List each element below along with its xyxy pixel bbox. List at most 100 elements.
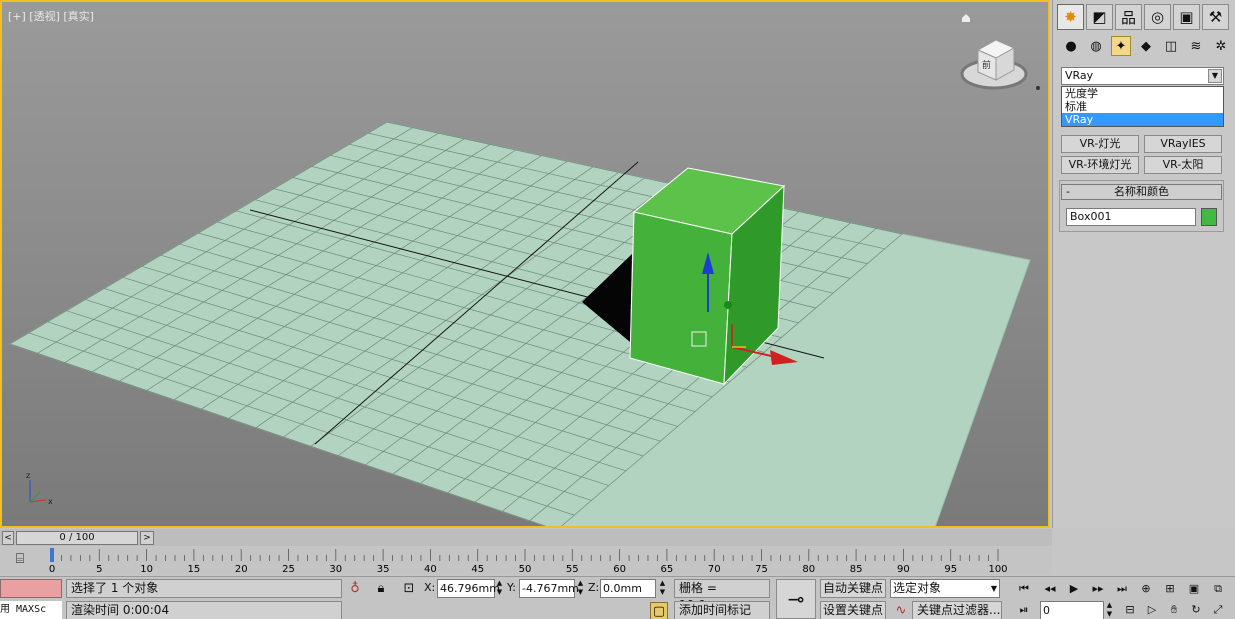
vrayies-button[interactable]: VRayIES (1144, 135, 1222, 153)
track-tick-label: 25 (282, 564, 295, 575)
chevron-down-icon[interactable]: ▼ (991, 580, 997, 597)
lock-icon[interactable]: 🔒︎ (372, 580, 390, 598)
previous-frame-icon[interactable]: ◂◂ (1040, 580, 1060, 598)
z-coordinate-input[interactable]: 0.0mm (600, 579, 656, 598)
add-time-tag-button[interactable]: 添加时间标记 (674, 601, 770, 619)
dropdown-option-selected[interactable]: VRay (1062, 113, 1223, 126)
y-label: Y: (507, 581, 516, 594)
x-spinner[interactable]: ▲ ▼ (495, 579, 504, 598)
chevron-right-icon[interactable]: > (140, 531, 154, 545)
motion-icon[interactable]: ◎ (1144, 4, 1171, 30)
orbit-icon[interactable]: ↻ (1186, 601, 1206, 619)
track-tick-label: 40 (424, 564, 437, 575)
current-frame-marker (50, 548, 54, 562)
go-to-end-icon[interactable]: ⏭ (1112, 580, 1132, 598)
track-tick-label: 95 (944, 564, 957, 575)
track-bar[interactable]: ⌸ 0 5 10 15 20 25 30 35 40 45 50 55 60 65 70 75 80 85 90 95… (0, 547, 1052, 575)
grid-size-status: 栅格 = 10.0mm (674, 579, 770, 612)
box-front-face (629, 211, 733, 385)
lights-icon[interactable]: ✦ (1111, 36, 1131, 56)
y-spinner[interactable]: ▲ ▼ (576, 579, 585, 598)
track-tick-label: 30 (329, 564, 342, 575)
track-tick-label: 100 (988, 564, 1007, 575)
track-tick-label: 15 (188, 564, 201, 575)
geometry-icon[interactable]: ● (1061, 36, 1081, 56)
modify-icon[interactable]: ◩ (1086, 4, 1113, 30)
play-icon[interactable]: ▶ (1064, 580, 1084, 598)
spacewarps-icon[interactable]: ≋ (1186, 36, 1206, 56)
selection-status: 选择了 1 个对象 (66, 579, 342, 598)
next-frame-icon[interactable]: ▸▸ (1088, 580, 1108, 598)
key-filter-icon[interactable]: ∿ (892, 602, 910, 619)
dropdown-option[interactable]: 光度学 (1062, 87, 1223, 100)
track-tick-label: 80 (802, 564, 815, 575)
zoom-icon[interactable]: ⊕ (1136, 580, 1156, 598)
create-icon[interactable]: ✸ (1057, 4, 1084, 30)
isolate-icon[interactable]: ♁ (346, 580, 364, 598)
rollout-header[interactable]: - 名称和颜色 (1061, 184, 1222, 200)
chevron-down-icon[interactable]: ▼ (1208, 69, 1222, 83)
maxscript-listener-indicator[interactable] (0, 579, 62, 598)
rollout-title: 名称和颜色 (1114, 185, 1169, 198)
time-config-icon[interactable]: ⊟ (1120, 601, 1140, 619)
track-tick-label: 85 (850, 564, 863, 575)
status-bar: 用 MAXSc 选择了 1 个对象 渲染时间 0:00:04 ♁ 🔒︎ ⊡ X:… (0, 576, 1235, 619)
key-mode-icon[interactable]: ⏯ (1014, 601, 1034, 619)
x-label: X: (424, 581, 436, 594)
zoom-extents-icon[interactable]: ▣ (1184, 580, 1204, 598)
y-coordinate-input[interactable]: -4.767mm (519, 579, 579, 598)
track-tick-label: 90 (897, 564, 910, 575)
time-tag-icon[interactable]: ▢ (650, 602, 668, 619)
key-icon[interactable]: ⊸ (776, 579, 816, 619)
z-label: Z: (588, 581, 600, 594)
frame-spinner[interactable]: ▲ ▼ (1105, 601, 1114, 619)
maxscript-mini-listener[interactable]: 用 MAXSc (0, 601, 62, 619)
collapse-icon[interactable]: - (1066, 185, 1070, 199)
shapes-icon[interactable]: ◍ (1086, 36, 1106, 56)
auto-key-button[interactable]: 自动关键点 (820, 579, 886, 598)
zoom-extents-all-icon[interactable]: ⧉ (1208, 580, 1228, 598)
utilities-icon[interactable]: ⚒ (1202, 4, 1229, 30)
vr-light-button[interactable]: VR-灯光 (1061, 135, 1139, 153)
pan-icon[interactable]: ✋︎ (1164, 601, 1184, 619)
tripod-z-label: z (26, 471, 30, 480)
chevron-left-icon[interactable]: < (2, 531, 14, 545)
hierarchy-icon[interactable]: 品 (1115, 4, 1142, 30)
display-icon[interactable]: ▣ (1173, 4, 1200, 30)
track-ticks: 0 5 10 15 20 25 30 35 40 45 50 55 60 65 70 75 80 85 90 95 10… (49, 548, 1008, 575)
x-coordinate-input[interactable]: 46.796mm (437, 579, 500, 598)
key-filters-button[interactable]: 关键点过滤器... (912, 601, 1002, 619)
category-dropdown[interactable]: VRay ▼ (1061, 67, 1224, 85)
set-key-button[interactable]: 设置关键点 (820, 601, 886, 619)
go-to-start-icon[interactable]: ⏮ (1014, 580, 1034, 598)
maximize-viewport-icon[interactable]: ⤢ (1208, 601, 1228, 619)
dropdown-option[interactable]: 标准 (1062, 100, 1223, 113)
track-tick-label: 60 (613, 564, 626, 575)
track-tick-label: 75 (755, 564, 768, 575)
object-color-swatch[interactable] (1201, 208, 1217, 226)
time-slider-bar: < 0 / 100 > (0, 529, 1052, 546)
systems-icon[interactable]: ✲ (1211, 36, 1231, 56)
category-dropdown-value: VRay (1065, 69, 1094, 82)
perspective-viewport[interactable]: [+] [透视] [真实] 前 z x (0, 0, 1050, 528)
absolute-mode-icon[interactable]: ⊡ (400, 580, 418, 598)
selected-object-dropdown[interactable]: 选定对象 ▼ (890, 579, 1000, 598)
vr-sun-button[interactable]: VR-太阳 (1144, 156, 1222, 174)
gizmo-center (724, 301, 732, 309)
zoom-all-icon[interactable]: ⊞ (1160, 580, 1180, 598)
z-spinner[interactable]: ▲ ▼ (658, 579, 667, 598)
viewcube-face-label[interactable]: 前 (982, 59, 991, 71)
track-tick-label: 35 (377, 564, 390, 575)
cameras-icon[interactable]: ◆ (1136, 36, 1156, 56)
time-slider[interactable]: 0 / 100 (16, 531, 138, 545)
vr-ambient-light-button[interactable]: VR-环境灯光 (1061, 156, 1139, 174)
home-icon (962, 14, 970, 22)
helpers-icon[interactable]: ◫ (1161, 36, 1181, 56)
object-name-input[interactable]: Box001 (1066, 208, 1196, 226)
category-dropdown-list[interactable]: 光度学 标准 VRay (1061, 86, 1224, 127)
viewport-scene: 前 z x (8, 14, 1040, 526)
track-tick-label: 45 (471, 564, 484, 575)
current-frame-input[interactable]: 0 (1040, 601, 1104, 619)
render-time-status: 渲染时间 0:00:04 (66, 601, 342, 619)
field-of-view-icon[interactable]: ▷ (1142, 601, 1162, 619)
